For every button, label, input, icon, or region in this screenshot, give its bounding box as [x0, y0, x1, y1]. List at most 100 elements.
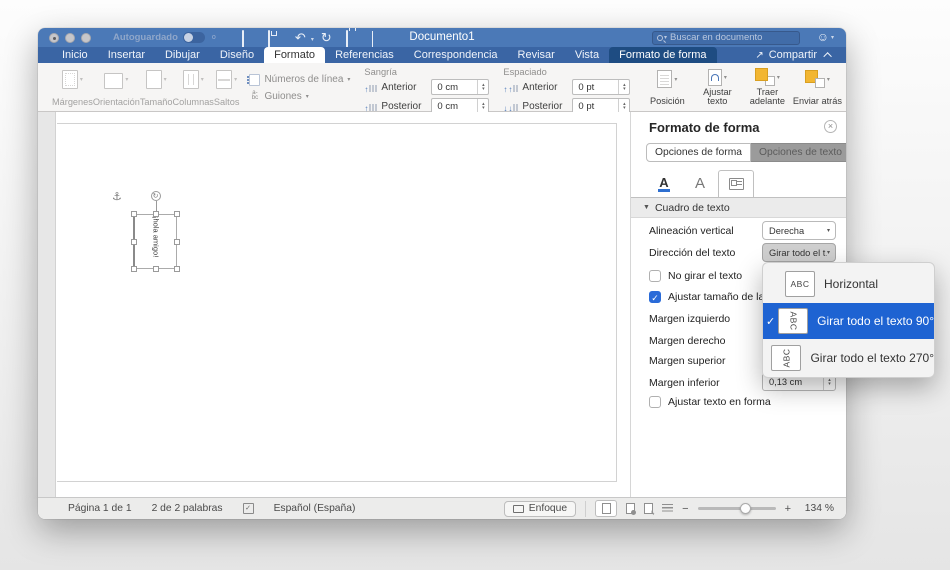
proofing-status-icon[interactable]: ✓	[243, 503, 254, 514]
saltos-button[interactable]: ▾ Saltos	[214, 66, 240, 109]
disclosure-triangle-icon[interactable]: ▼	[643, 204, 650, 211]
tab-formato[interactable]: Formato	[264, 47, 325, 63]
share-button[interactable]: ↗ Compartir	[755, 49, 846, 63]
no-rotate-checkbox[interactable]: No girar el texto	[649, 270, 742, 282]
wrap-text-checkbox[interactable]: Ajustar texto en forma	[649, 396, 771, 408]
margenes-button[interactable]: ▾ Márgenes	[52, 66, 93, 109]
window-title: Documento1	[409, 31, 474, 43]
search-box[interactable]: ▾	[652, 31, 800, 45]
vertical-alignment-dropdown[interactable]: Derecha▾	[762, 221, 836, 240]
close-window-button[interactable]	[49, 33, 59, 43]
text-effects-tab[interactable]: A	[682, 170, 718, 197]
sangria-group: Sangría ↑ Anterior 0 cm ▴▾ ↑ Posterior 0…	[364, 66, 489, 109]
guiones-button[interactable]: a-bc Guiones ▾	[249, 91, 350, 102]
tab-correspondencia[interactable]: Correspondencia	[404, 47, 508, 63]
resize-handle[interactable]	[153, 266, 159, 272]
tab-diseno[interactable]: Diseño	[210, 47, 264, 63]
columnas-button[interactable]: ▾ Columnas	[173, 66, 214, 109]
zoom-slider[interactable]	[698, 507, 776, 510]
titlebar: Autoguardado o ↶▾ ↻ Documento1 ▾ ☺ ▾	[38, 28, 846, 47]
autosave-control[interactable]: Autoguardado o	[113, 32, 216, 43]
tab-referencias[interactable]: Referencias	[325, 47, 404, 63]
tab-inicio[interactable]: Inicio	[52, 47, 98, 63]
checkbox-unchecked-icon[interactable]	[649, 396, 661, 408]
spacing-before-field[interactable]: 0 pt ▴▾	[572, 79, 630, 95]
tab-dibujar[interactable]: Dibujar	[155, 47, 210, 63]
menu-item-horizontal[interactable]: ABC Horizontal	[763, 266, 934, 302]
resize-handle[interactable]	[174, 239, 180, 245]
zoom-out-icon[interactable]: −	[682, 503, 688, 515]
opciones-de-texto-tab[interactable]: Opciones de texto	[751, 143, 846, 162]
print-icon[interactable]	[346, 31, 359, 44]
resize-handle[interactable]	[131, 239, 137, 245]
minimize-window-button[interactable]	[65, 33, 75, 43]
search-icon	[657, 35, 663, 41]
indent-before-stepper[interactable]: ▴▾	[477, 80, 488, 94]
focus-mode-button[interactable]: Enfoque	[504, 501, 576, 517]
resize-handle[interactable]	[131, 266, 137, 272]
smiley-icon[interactable]: ☺	[817, 30, 829, 44]
tab-vista[interactable]: Vista	[565, 47, 609, 63]
new-document-icon[interactable]	[242, 31, 255, 44]
numeros-de-linea-button[interactable]: Números de línea ▾	[249, 74, 350, 86]
customize-toolbar-icon[interactable]	[372, 31, 385, 44]
indent-after-stepper[interactable]: ▴▾	[477, 99, 488, 113]
selected-textbox[interactable]: ¡hola amigo! ↻	[133, 214, 177, 269]
checkbox-unchecked-icon[interactable]	[649, 270, 661, 282]
resize-handle[interactable]	[153, 211, 159, 217]
text-fill-tab[interactable]: A	[646, 170, 682, 197]
line-numbers-icon	[249, 74, 260, 86]
indent-before-field[interactable]: 0 cm ▴▾	[431, 79, 489, 95]
menu-item-rotate-90[interactable]: ✓ ABC Girar todo el texto 90°	[763, 303, 934, 339]
undo-caret-icon[interactable]: ▾	[311, 36, 314, 43]
checkbox-checked-icon[interactable]: ✓	[649, 291, 661, 303]
panel-de-seleccion-button[interactable]: Panel de selección	[842, 66, 846, 109]
collapse-ribbon-icon[interactable]	[823, 52, 831, 60]
redo-icon[interactable]: ↻	[320, 31, 333, 44]
print-layout-view-button[interactable]	[595, 500, 617, 517]
resize-handle[interactable]	[174, 211, 180, 217]
enviar-atras-button[interactable]: ▾ Enviar atrás	[792, 66, 842, 109]
word-count[interactable]: 2 de 2 palabras	[152, 503, 223, 514]
tab-insertar[interactable]: Insertar	[98, 47, 155, 63]
page-count[interactable]: Página 1 de 1	[68, 503, 132, 514]
menu-item-rotate-270[interactable]: ABC Girar todo el texto 270°	[763, 340, 934, 376]
zoom-in-icon[interactable]: +	[785, 503, 791, 515]
draft-view-icon[interactable]	[662, 504, 673, 513]
textbox-text[interactable]: ¡hola amigo!	[151, 216, 160, 268]
orientacion-button[interactable]: ▾ Orientación	[93, 66, 140, 109]
resize-handle[interactable]	[131, 211, 137, 217]
document-page[interactable]: ⚓ ¡hola amigo! ↻	[57, 123, 617, 482]
posicion-button[interactable]: ▾ Posición	[642, 66, 692, 109]
textbox-options-tab[interactable]	[718, 170, 754, 197]
resize-handle[interactable]	[174, 266, 180, 272]
save-icon[interactable]	[268, 31, 281, 44]
spacing-before-stepper[interactable]: ▴▾	[618, 80, 629, 94]
tab-formato-de-forma[interactable]: Formato de forma	[609, 47, 716, 63]
rotate-270-text-icon: ABC	[771, 345, 801, 371]
tab-revisar[interactable]: Revisar	[508, 47, 565, 63]
rotate-handle[interactable]: ↻	[151, 191, 161, 201]
zoom-percentage[interactable]: 134 %	[800, 503, 834, 514]
ajustar-texto-button[interactable]: ▾ Ajustar texto	[692, 66, 742, 109]
search-input[interactable]	[670, 32, 795, 43]
autosave-toggle[interactable]	[183, 32, 205, 43]
text-effects-icon: A	[695, 175, 705, 192]
cuadro-de-texto-section[interactable]: ▼ Cuadro de texto	[631, 198, 846, 218]
document-gutter	[38, 112, 56, 497]
text-direction-label: Dirección del texto	[649, 247, 735, 259]
undo-icon[interactable]: ↶▾	[294, 31, 307, 44]
outline-view-icon[interactable]	[644, 503, 653, 514]
spacing-after-stepper[interactable]: ▴▾	[618, 99, 629, 113]
zoom-window-button[interactable]	[81, 33, 91, 43]
traer-adelante-button[interactable]: ▾ Traer adelante	[742, 66, 792, 109]
opciones-de-forma-tab[interactable]: Opciones de forma	[646, 143, 751, 162]
tamano-button[interactable]: ▾ Tamaño	[140, 66, 173, 109]
text-direction-dropdown[interactable]: Girar todo el t…▾	[762, 243, 836, 262]
language-indicator[interactable]: Español (España)	[274, 503, 356, 514]
print-layout-icon	[602, 503, 611, 514]
close-pane-icon[interactable]: ×	[824, 120, 837, 133]
zoom-slider-knob[interactable]	[740, 503, 751, 514]
feedback-control[interactable]: ☺ ▾	[817, 30, 834, 44]
web-layout-view-icon[interactable]	[626, 503, 635, 514]
